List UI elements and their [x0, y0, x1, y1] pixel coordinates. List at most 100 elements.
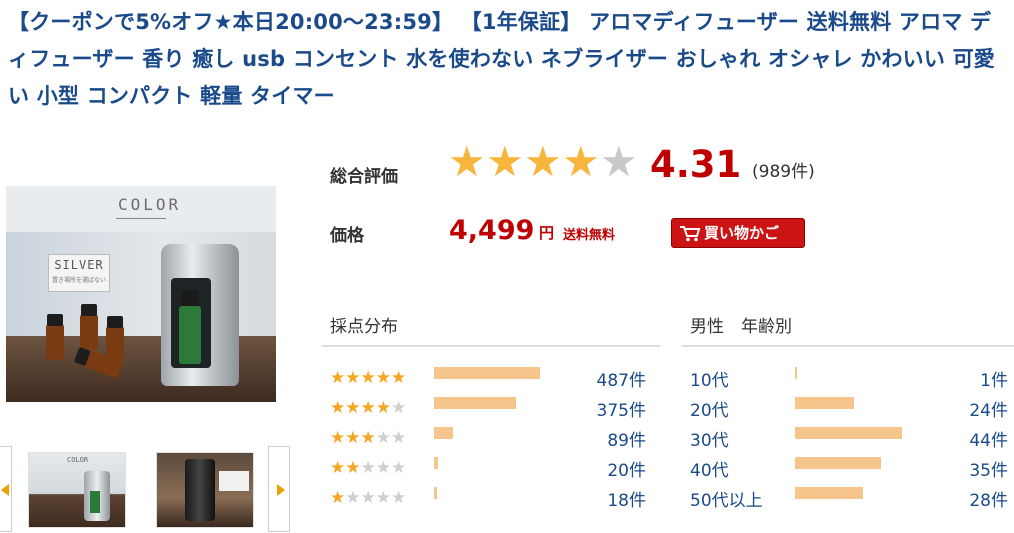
star-icon: ★ — [330, 488, 346, 508]
distribution-row[interactable]: ★★★★★ 375件 — [330, 394, 650, 424]
chevron-right-icon — [277, 484, 285, 496]
star-icon: ★ — [345, 398, 361, 418]
distribution-bar — [434, 457, 438, 469]
age-divider — [682, 345, 1014, 347]
cart-button-label: 買い物かご — [704, 224, 780, 242]
star-icon: ★ — [345, 458, 361, 478]
add-to-cart-button[interactable]: 買い物かご — [671, 218, 805, 248]
review-count[interactable]: (989件) — [752, 157, 815, 182]
distribution-bar — [434, 487, 437, 499]
distribution-row[interactable]: ★★★★★ 89件 — [330, 424, 650, 454]
diffuser-device — [161, 244, 239, 386]
star-icon: ★ — [330, 398, 346, 418]
age-row[interactable]: 40代 35件 — [690, 454, 1010, 484]
distribution-count[interactable]: 18件 — [520, 486, 646, 511]
age-heading: 男性 年齢別 — [690, 317, 792, 337]
distribution-bar — [434, 397, 516, 409]
distribution-stars: ★★★★★ — [330, 398, 406, 418]
age-row[interactable]: 30代 44件 — [690, 424, 1010, 454]
distribution-divider — [322, 345, 660, 347]
age-label[interactable]: 50代以上 — [690, 486, 763, 511]
star-icon: ★ — [448, 137, 486, 186]
distribution-row[interactable]: ★★★★★ 18件 — [330, 484, 650, 514]
age-count[interactable]: 24件 — [890, 396, 1008, 421]
distribution-row[interactable]: ★★★★★ 487件 — [330, 364, 650, 394]
age-count[interactable]: 1件 — [890, 366, 1008, 391]
star-icon: ★ — [375, 428, 391, 448]
star-icon: ★ — [330, 458, 346, 478]
star-icon: ★ — [391, 458, 407, 478]
age-row[interactable]: 20代 24件 — [690, 394, 1010, 424]
distribution-count[interactable]: 20件 — [520, 456, 646, 481]
age-bar — [795, 457, 881, 469]
age-count[interactable]: 35件 — [890, 456, 1008, 481]
star-icon: ★ — [360, 458, 376, 478]
age-label[interactable]: 40代 — [690, 456, 729, 481]
price-label: 価格 — [330, 226, 364, 246]
silver-card-title: SILVER — [54, 258, 104, 272]
silver-card-subtitle: 置き場所を選ばない — [51, 277, 106, 284]
star-icon: ★ — [345, 428, 361, 448]
star-icon: ★ — [375, 488, 391, 508]
age-count[interactable]: 28件 — [890, 486, 1008, 511]
distribution-count[interactable]: 89件 — [520, 426, 646, 451]
shopping-cart-icon — [680, 226, 701, 242]
star-icon: ★ — [345, 488, 361, 508]
price-amount: 4,499 — [449, 215, 535, 246]
star-icon: ★ — [524, 137, 562, 186]
product-title: 【クーポンで5%オフ★本日20:00～23:59】 【1年保証】 アロマディフュ… — [8, 10, 995, 108]
thumbnail-label: COLOR — [67, 456, 89, 464]
star-icon: ★ — [486, 137, 524, 186]
age-bar — [795, 367, 797, 379]
star-icon: ★ — [391, 398, 407, 418]
star-icon: ★ — [360, 368, 376, 388]
distribution-stars: ★★★★★ — [330, 368, 406, 388]
image-color-label: COLOR — [118, 195, 182, 214]
free-shipping-label: 送料無料 — [563, 228, 616, 243]
distribution-count[interactable]: 375件 — [520, 396, 646, 421]
star-icon: ★ — [360, 398, 376, 418]
oil-bottle — [46, 314, 64, 360]
age-bar — [795, 487, 863, 499]
thumbnail-1[interactable]: COLOR — [28, 452, 126, 528]
star-icon: ★ — [562, 137, 600, 186]
age-row[interactable]: 50代以上 28件 — [690, 484, 1010, 514]
age-label[interactable]: 20代 — [690, 396, 729, 421]
age-bar — [795, 397, 854, 409]
price-unit: 円 — [539, 224, 555, 242]
star-icon: ★ — [375, 398, 391, 418]
distribution-stars: ★★★★★ — [330, 428, 406, 448]
star-icon: ★ — [375, 458, 391, 478]
thumbnail-next-button[interactable] — [268, 446, 290, 532]
star-icon: ★ — [391, 488, 407, 508]
image-divider — [116, 218, 166, 219]
star-icon: ★ — [391, 368, 407, 388]
star-icon: ★ — [360, 428, 376, 448]
age-row[interactable]: 10代 1件 — [690, 364, 1010, 394]
thumbnail-prev-button[interactable] — [0, 446, 12, 532]
distribution-row[interactable]: ★★★★★ 20件 — [330, 454, 650, 484]
star-icon: ★ — [391, 428, 407, 448]
age-count[interactable]: 44件 — [890, 426, 1008, 451]
age-label[interactable]: 10代 — [690, 366, 729, 391]
age-label[interactable]: 30代 — [690, 426, 729, 451]
distribution-stars: ★★★★★ — [330, 458, 406, 478]
distribution-stars: ★★★★★ — [330, 488, 406, 508]
chevron-left-icon — [1, 484, 9, 496]
star-icon: ★ — [600, 137, 638, 186]
distribution-bar — [434, 427, 453, 439]
star-icon: ★ — [330, 368, 346, 388]
rating-score: 4.31 — [650, 143, 742, 186]
star-icon: ★ — [375, 368, 391, 388]
distribution-count[interactable]: 487件 — [520, 366, 646, 391]
image-silver-card: SILVER 置き場所を選ばない — [48, 254, 110, 292]
distribution-heading: 採点分布 — [330, 317, 398, 337]
star-icon: ★ — [360, 488, 376, 508]
star-icon: ★ — [345, 368, 361, 388]
thumbnail-2[interactable] — [156, 452, 254, 528]
oil-bottle — [80, 304, 98, 350]
age-bar — [795, 427, 902, 439]
main-product-image[interactable]: COLOR SILVER 置き場所を選ばない — [6, 186, 276, 402]
overall-rating-label: 総合評価 — [330, 167, 398, 187]
star-icon: ★ — [330, 428, 346, 448]
